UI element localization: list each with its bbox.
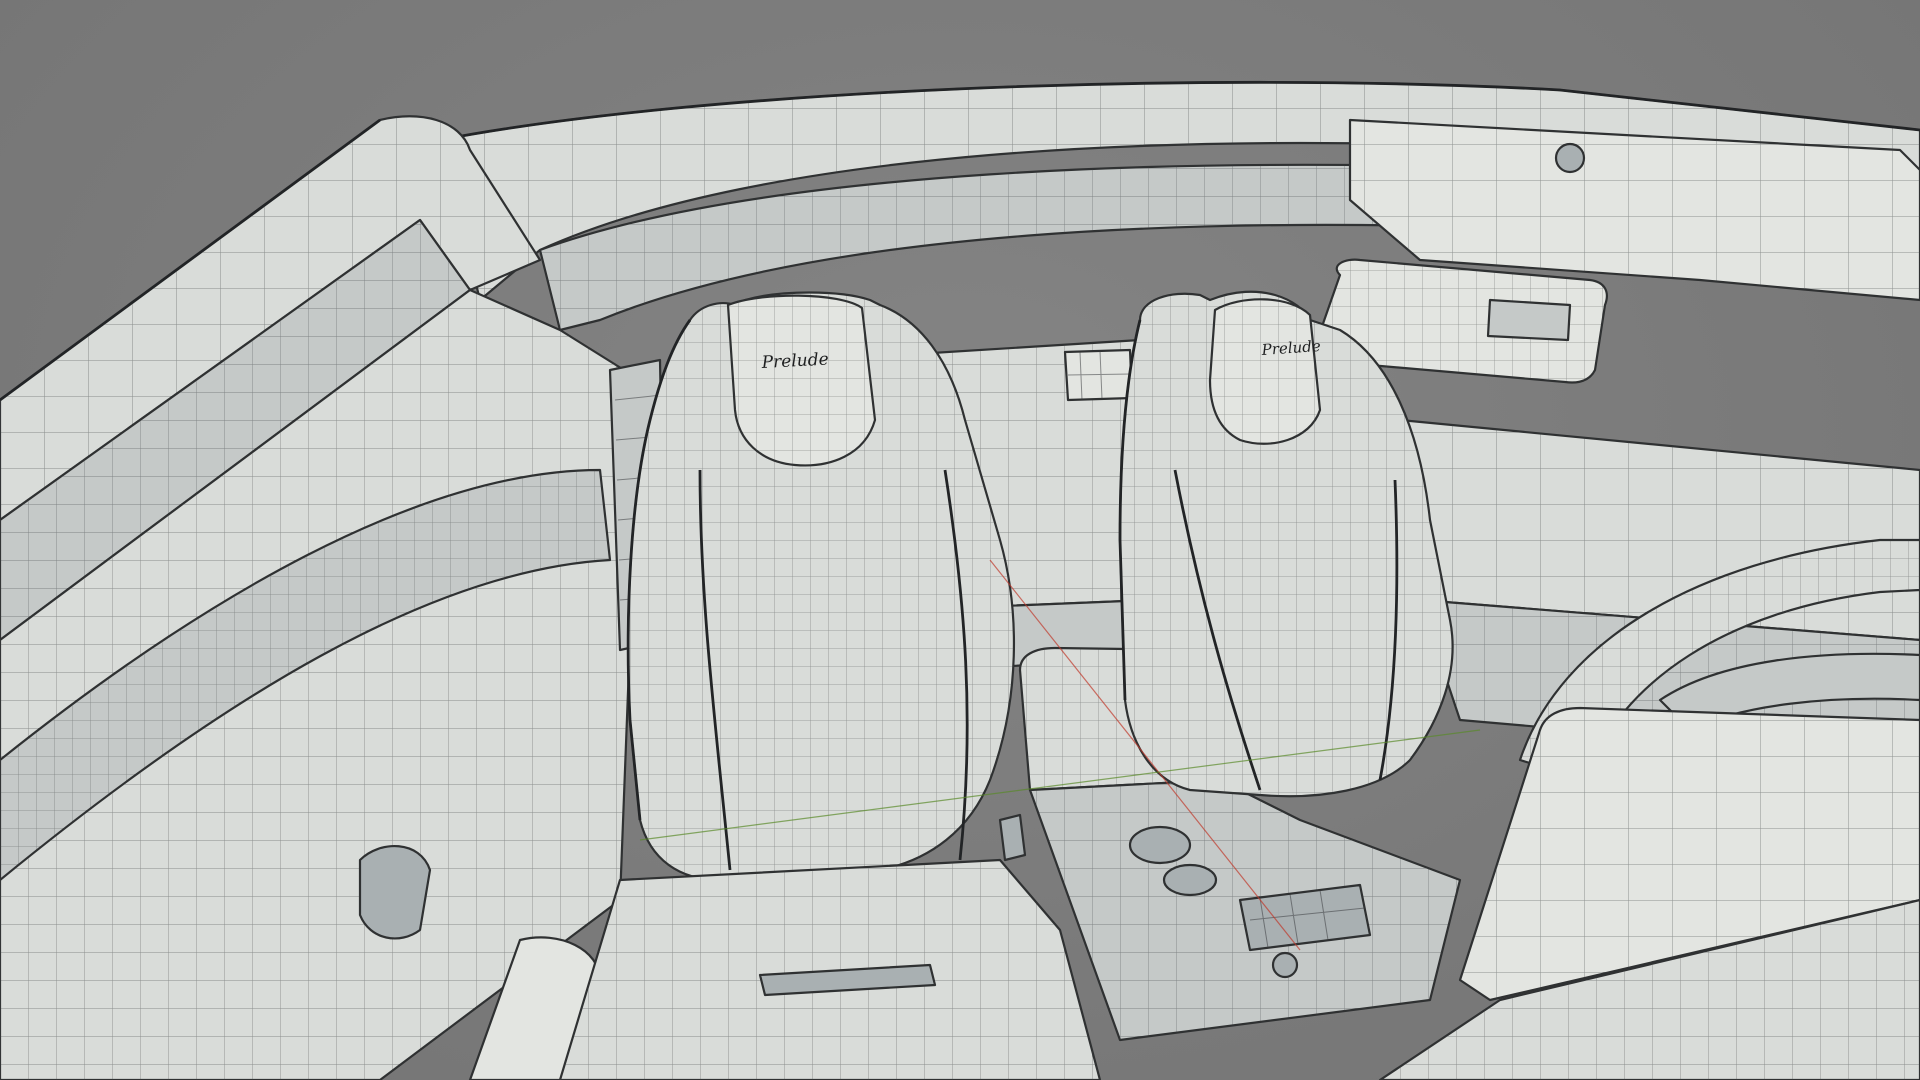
3d-viewport[interactable]: Prelude Prelude (0, 0, 1920, 1080)
car-interior-wireframe: Prelude Prelude (0, 80, 1920, 1080)
cupholder-front (1128, 825, 1192, 865)
dashboard-panel (1378, 706, 1920, 1080)
passenger-seat-badge: Prelude (760, 350, 829, 374)
dome-light-icon (1554, 142, 1586, 174)
seat-buckle-icon (998, 813, 1027, 862)
cupholder-rear (1162, 863, 1218, 897)
console-knob-icon (1271, 951, 1299, 979)
door-handle-icon (358, 845, 432, 940)
